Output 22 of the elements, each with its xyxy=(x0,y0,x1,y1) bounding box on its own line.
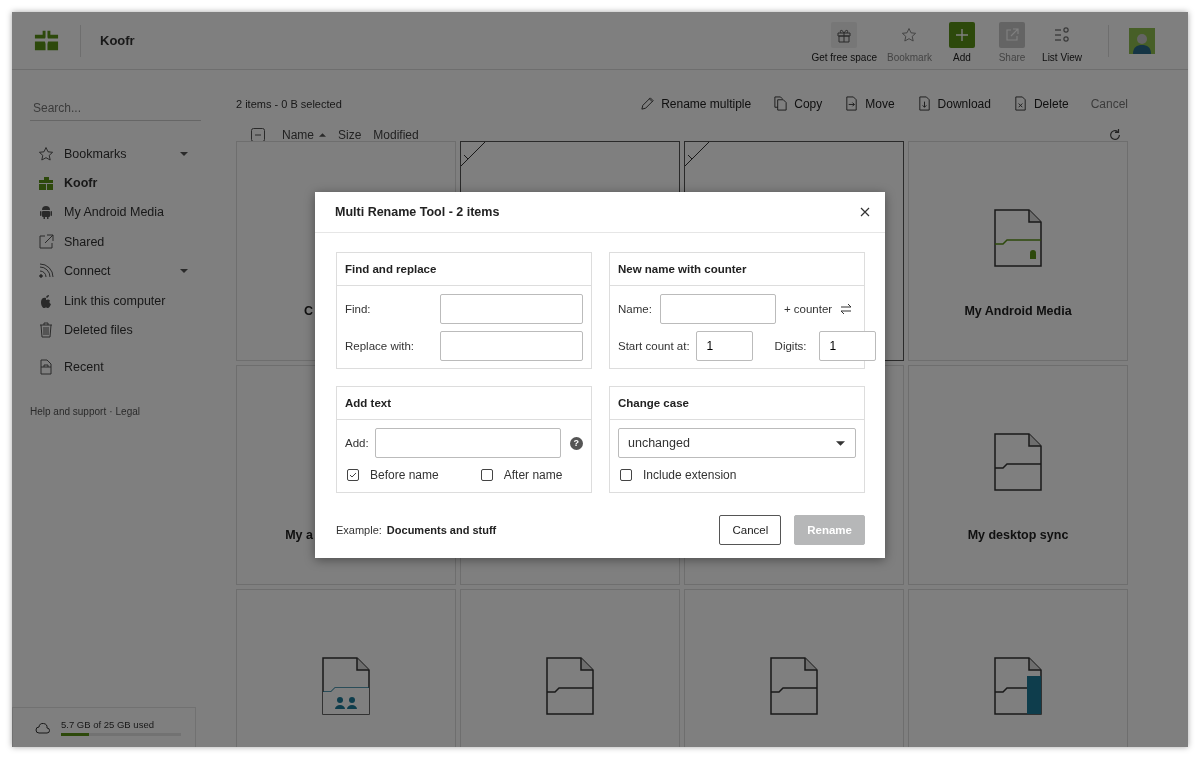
section-title: Change case xyxy=(610,387,864,420)
counter-suffix: + counter xyxy=(783,303,833,315)
example-value: Documents and stuff xyxy=(386,524,497,536)
section-title: New name with counter xyxy=(610,253,864,286)
file-name: My desktop sync xyxy=(966,528,1070,542)
file-name: C xyxy=(303,304,313,318)
field-label: Replace with: xyxy=(345,340,416,352)
section-title: Add text xyxy=(337,387,591,420)
storage-text: 5.7 GB of 25 GB used xyxy=(61,719,155,730)
separator-dot: · xyxy=(109,406,113,418)
dialog-title: Multi Rename Tool - 2 items xyxy=(335,205,500,219)
field-label: Add: xyxy=(345,437,369,449)
example-label: Example: xyxy=(336,524,382,536)
section-title: Find and replace xyxy=(337,253,591,286)
selection-summary: 2 items - 0 B selected xyxy=(236,97,342,110)
field-label: Start count at: xyxy=(618,340,690,352)
app-title: Koofr xyxy=(100,33,135,48)
field-label: Name: xyxy=(618,303,652,315)
file-name: My a xyxy=(285,528,313,542)
file-name: My Android Media xyxy=(963,304,1073,318)
field-label: Digits: xyxy=(774,340,807,352)
field-label: Find: xyxy=(345,303,372,315)
